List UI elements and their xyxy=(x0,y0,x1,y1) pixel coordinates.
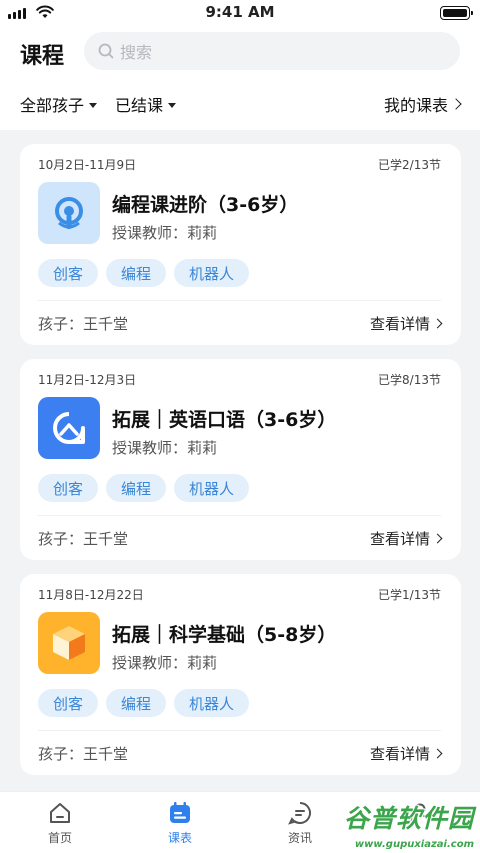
course-tag: 编程 xyxy=(106,474,167,502)
course-progress: 已学2/13节 xyxy=(378,158,441,172)
course-progress: 已学8/13节 xyxy=(378,373,441,387)
divider xyxy=(38,515,441,516)
speech-bubble-icon xyxy=(38,397,100,459)
view-details-link[interactable]: 查看详情 xyxy=(369,313,443,334)
chevron-right-icon xyxy=(450,98,462,110)
course-title: 编程课进阶（3-6岁） xyxy=(112,194,299,216)
course-tag: 机器人 xyxy=(174,259,250,287)
battery-icon xyxy=(440,6,473,20)
course-progress: 已学1/13节 xyxy=(378,588,441,602)
view-details-link[interactable]: 查看详情 xyxy=(369,528,443,549)
caret-down-icon xyxy=(168,102,177,108)
tab-home-label: 首页 xyxy=(47,831,72,845)
search-placeholder: 搜索 xyxy=(120,43,153,62)
status-bar: 9:41 AM xyxy=(0,0,480,26)
view-details-label: 查看详情 xyxy=(369,315,430,333)
course-tag: 创客 xyxy=(38,689,99,717)
course-child: 孩子：王千堂 xyxy=(38,530,129,548)
course-tag: 机器人 xyxy=(174,689,250,717)
course-tags: 创客 编程 机器人 xyxy=(38,474,250,502)
course-tag: 编程 xyxy=(106,259,167,287)
search-icon xyxy=(98,43,114,59)
course-list: 10月2日-11月9日 已学2/13节 编程课进阶（3-6岁） 授课教师：莉莉 … xyxy=(20,144,461,789)
course-teacher: 授课教师：莉莉 xyxy=(112,224,218,242)
watermark-text: 谷普软件园 xyxy=(343,804,474,833)
course-tag: 创客 xyxy=(38,474,99,502)
children-filter-label: 全部孩子 xyxy=(20,96,85,115)
chevron-right-icon xyxy=(432,318,443,329)
course-teacher: 授课教师：莉莉 xyxy=(112,439,218,457)
watermark-url: www.gupuxiazai.com xyxy=(354,839,474,850)
chevron-right-icon xyxy=(432,533,443,544)
status-filter-dropdown[interactable]: 已结课 xyxy=(115,92,177,116)
course-child: 孩子：王千堂 xyxy=(38,315,129,333)
view-details-link[interactable]: 查看详情 xyxy=(369,743,443,764)
home-icon xyxy=(50,803,70,823)
course-tags: 创客 编程 机器人 xyxy=(38,259,250,287)
course-child: 孩子：王千堂 xyxy=(38,745,129,763)
filter-bar: 全部孩子 已结课 我的课表 xyxy=(20,92,462,116)
top-header: 9:41 AM 课程 搜索 全部孩子 已结课 我的课表 xyxy=(0,0,480,130)
chevron-right-icon xyxy=(432,748,443,759)
view-details-label: 查看详情 xyxy=(369,745,430,763)
divider xyxy=(38,300,441,301)
message-icon xyxy=(288,802,311,825)
status-filter-label: 已结课 xyxy=(115,96,164,115)
my-schedule-link[interactable]: 我的课表 xyxy=(383,92,462,116)
course-teacher: 授课教师：莉莉 xyxy=(112,654,218,672)
course-tags: 创客 编程 机器人 xyxy=(38,689,250,717)
tab-home[interactable]: 首页 xyxy=(0,792,120,853)
course-card[interactable]: 11月2日-12月3日 已学8/13节 拓展｜英语口语（3-6岁） 授课教师：莉… xyxy=(20,359,461,560)
cube-icon xyxy=(38,612,100,674)
calendar-icon xyxy=(170,802,190,823)
watermark: 谷普软件园 www.gupuxiazai.com xyxy=(332,797,480,853)
robot-logo-icon xyxy=(38,182,100,244)
caret-down-icon xyxy=(89,102,98,108)
course-card[interactable]: 10月2日-11月9日 已学2/13节 编程课进阶（3-6岁） 授课教师：莉莉 … xyxy=(20,144,461,345)
tab-news-label: 资讯 xyxy=(287,831,312,845)
course-title: 拓展｜科学基础（5-8岁） xyxy=(112,624,337,646)
course-date-range: 11月8日-12月22日 xyxy=(38,588,144,602)
course-tag: 编程 xyxy=(106,689,167,717)
course-tag: 机器人 xyxy=(174,474,250,502)
course-title: 拓展｜英语口语（3-6岁） xyxy=(112,409,337,431)
tab-schedule-label: 课表 xyxy=(167,831,192,845)
course-date-range: 11月2日-12月3日 xyxy=(38,373,137,387)
my-schedule-label: 我的课表 xyxy=(383,96,448,115)
status-time: 9:41 AM xyxy=(205,3,275,21)
view-details-label: 查看详情 xyxy=(369,530,430,548)
course-date-range: 10月2日-11月9日 xyxy=(38,158,137,172)
page-title: 课程 xyxy=(20,44,65,69)
course-card[interactable]: 11月8日-12月22日 已学1/13节 拓展｜科学基础（5-8岁） 授课教师：… xyxy=(20,574,461,775)
divider xyxy=(38,730,441,731)
search-input[interactable]: 搜索 xyxy=(84,32,460,70)
course-tag: 创客 xyxy=(38,259,99,287)
children-filter-dropdown[interactable]: 全部孩子 xyxy=(20,92,98,116)
tab-schedule[interactable]: 课表 xyxy=(120,792,240,853)
